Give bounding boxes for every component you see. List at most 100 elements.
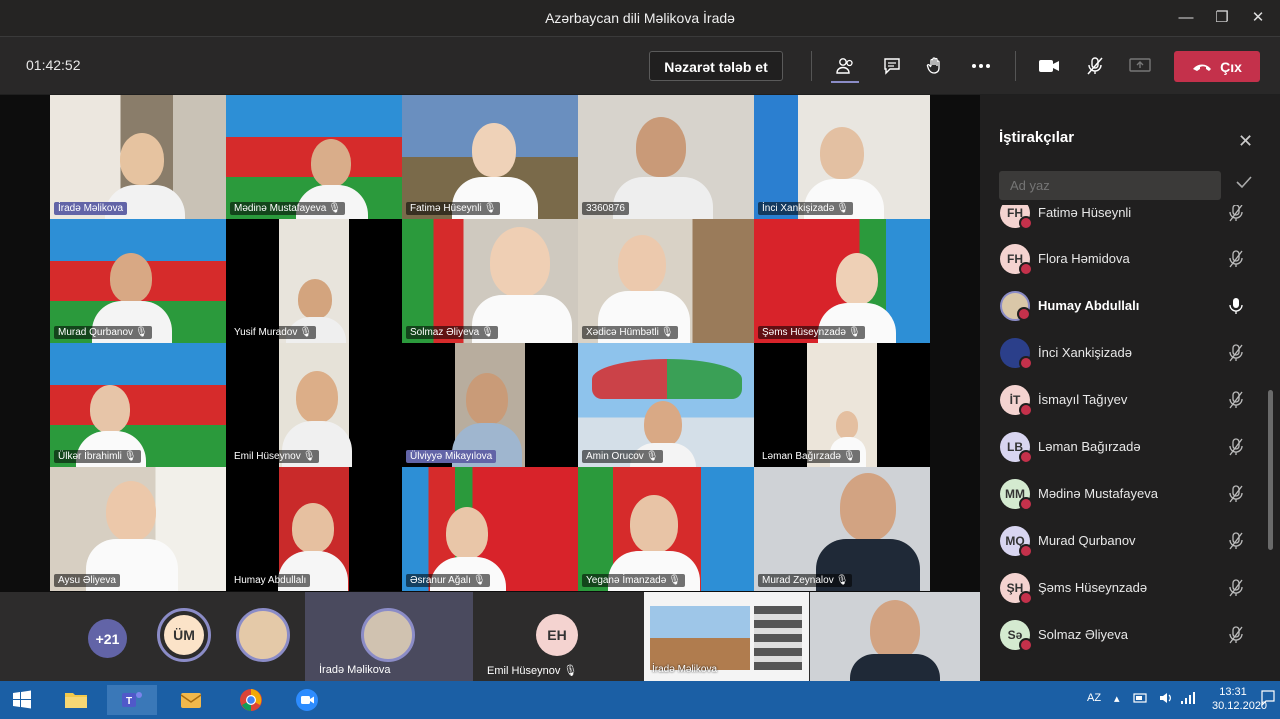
avatar — [1000, 291, 1031, 321]
video-tile[interactable]: Yusif Muradov 🎙 — [226, 219, 402, 343]
raise-hand-icon[interactable] — [920, 51, 950, 81]
video-tile[interactable]: Emil Hüseynov 🎙 — [226, 343, 402, 467]
network-icon[interactable] — [1180, 690, 1196, 709]
screen-share-tile[interactable]: İradə Məlikova — [644, 592, 809, 681]
participant-row[interactable]: İnci Xankişizadə — [980, 330, 1266, 376]
mic-muted-icon: 🎙 — [842, 451, 856, 462]
video-tile[interactable]: Aysu Əliyeva — [50, 467, 226, 591]
video-tile[interactable]: Xədicə Hümbətli 🎙 — [578, 219, 754, 343]
participant-face — [446, 507, 488, 559]
video-tile[interactable]: Solmaz Əliyeva 🎙 — [402, 219, 578, 343]
participant-name: Emil Hüseynov 🎙 — [487, 665, 578, 677]
search-input[interactable] — [999, 171, 1221, 200]
participant-name: Mədinə Mustafayeva — [1038, 486, 1158, 501]
video-tile[interactable]: Əsranur Ağalı 🎙 — [402, 467, 578, 591]
avatar: MM — [1000, 479, 1033, 511]
toolbar-divider — [811, 51, 812, 81]
video-tile[interactable]: Mədinə Mustafayeva 🎙 — [226, 95, 402, 219]
avatar[interactable]: ÜM — [157, 608, 211, 662]
participant-name: Fatimə Hüseynli — [1038, 205, 1132, 220]
participant-face — [466, 373, 508, 425]
language-indicator[interactable]: AZ — [1087, 692, 1101, 704]
participant-row[interactable]: MQ Murad Qurbanov — [980, 518, 1266, 564]
video-tile[interactable]: Murad Qurbanov 🎙 — [50, 219, 226, 343]
video-tile[interactable]: Şəms Hüseynzadə 🎙 — [754, 219, 930, 343]
chrome-icon[interactable] — [232, 685, 270, 715]
tile-name: Ülkər İbrahimli 🎙 — [54, 450, 141, 463]
tray-arrow-icon[interactable]: ▴ — [1114, 692, 1120, 705]
request-control-button[interactable]: Nəzarət tələb et — [649, 51, 783, 81]
tile-name: İnci Xankişizadə 🎙 — [758, 202, 853, 215]
mic-muted-icon — [1228, 485, 1244, 508]
tile-name: Şəms Hüseynzadə 🎙 — [758, 326, 865, 339]
more-options-icon[interactable] — [966, 51, 996, 81]
self-video-tile[interactable] — [810, 592, 980, 681]
minimize-button[interactable]: — — [1170, 6, 1202, 30]
participant-row[interactable]: Sə Solmaz Əliyeva — [980, 612, 1266, 658]
tile-name: İradə Məlikova — [54, 202, 128, 215]
mail-icon[interactable] — [172, 685, 210, 715]
tile-name: 3360876 — [582, 202, 629, 215]
flag-wings — [592, 359, 742, 399]
tile-name: Humay Abdullalı — [230, 574, 311, 587]
participant-row[interactable]: FH Fatimə Hüseynli — [980, 205, 1266, 236]
participant-face — [644, 401, 682, 447]
chat-icon[interactable] — [877, 51, 907, 81]
tile-name: Ülviyyə Mikayılova — [406, 450, 497, 463]
participant-face — [296, 371, 338, 423]
leave-button[interactable]: Çıx — [1174, 51, 1260, 82]
tile-name: Fatimə Hüseynli 🎙 — [406, 202, 501, 215]
video-tile[interactable]: Amin Orucov 🎙 — [578, 343, 754, 467]
participant-row[interactable]: Humay Abdullalı — [980, 283, 1266, 329]
mic-muted-icon: 🎙 — [299, 327, 313, 338]
avatar: Sə — [1000, 620, 1033, 652]
video-tile[interactable]: 3360876 — [578, 95, 754, 219]
taskbar: T AZ ▴ 13:31 30.12.2020 — [0, 681, 1280, 719]
participant-row[interactable]: MM Mədinə Mustafayeva — [980, 471, 1266, 517]
video-tile[interactable]: Fatimə Hüseynli 🎙 — [402, 95, 578, 219]
mic-muted-icon — [1228, 579, 1244, 602]
maximize-button[interactable]: ❐ — [1206, 6, 1238, 30]
camera-icon[interactable] — [1034, 51, 1064, 81]
speaker-icon[interactable] — [1158, 690, 1174, 709]
windows-start-icon[interactable] — [3, 685, 41, 715]
avatar: FH — [1000, 205, 1033, 230]
shared-image — [650, 606, 750, 670]
participants-icon[interactable] — [830, 51, 860, 83]
notifications-icon[interactable] — [1260, 689, 1276, 710]
speaker-tile[interactable]: İradə Məlikova — [305, 592, 473, 681]
video-tile[interactable]: İradə Məlikova — [50, 95, 226, 219]
video-tile[interactable]: Murad Zeynalov 🎙 — [754, 467, 930, 591]
participant-tile[interactable]: EH Emil Hüseynov 🎙 — [474, 592, 642, 681]
overflow-count[interactable]: +21 — [88, 619, 127, 658]
video-tile[interactable]: Yeganə İmanzadə 🎙 — [578, 467, 754, 591]
speaker-name: İradə Məlikova — [319, 664, 391, 676]
mute-mic-icon[interactable] — [1080, 51, 1110, 81]
participant-row[interactable]: ŞH Şəms Hüseynzadə — [980, 565, 1266, 611]
participant-face — [840, 473, 896, 541]
hang-up-icon — [1193, 64, 1212, 71]
tile-name: Əsranur Ağalı 🎙 — [406, 574, 490, 587]
video-tile[interactable]: İnci Xankişizadə 🎙 — [754, 95, 930, 219]
participants-scrollbar[interactable] — [1268, 390, 1273, 550]
teams-icon[interactable]: T — [107, 685, 157, 715]
close-panel-icon[interactable]: ✕ — [1238, 131, 1253, 152]
participant-row[interactable]: LB Ləman Bağırzadə — [980, 424, 1266, 470]
participant-row[interactable]: FH Flora Həmidova — [980, 236, 1266, 282]
video-tile[interactable]: Ləman Bağırzadə 🎙 — [754, 343, 930, 467]
participant-row[interactable]: İT İsmayıl Tağıyev — [980, 377, 1266, 423]
video-tile[interactable]: Ülviyyə Mikayılova — [402, 343, 578, 467]
zoom-icon[interactable] — [288, 685, 326, 715]
file-explorer-icon[interactable] — [57, 685, 95, 715]
avatar[interactable] — [236, 608, 290, 662]
share-screen-icon[interactable] — [1125, 51, 1155, 81]
video-tile[interactable]: Humay Abdullalı — [226, 467, 402, 591]
tile-name: Amin Orucov 🎙 — [582, 450, 663, 463]
video-tile[interactable]: Ülkər İbrahimli 🎙 — [50, 343, 226, 467]
mic-muted-icon: 🎙 — [847, 327, 861, 338]
close-window-button[interactable]: ✕ — [1242, 6, 1274, 30]
battery-icon[interactable] — [1132, 690, 1148, 709]
active-tab-indicator — [831, 81, 859, 83]
clock[interactable]: 13:31 30.12.2020 — [1212, 686, 1267, 712]
check-icon[interactable] — [1236, 175, 1252, 194]
